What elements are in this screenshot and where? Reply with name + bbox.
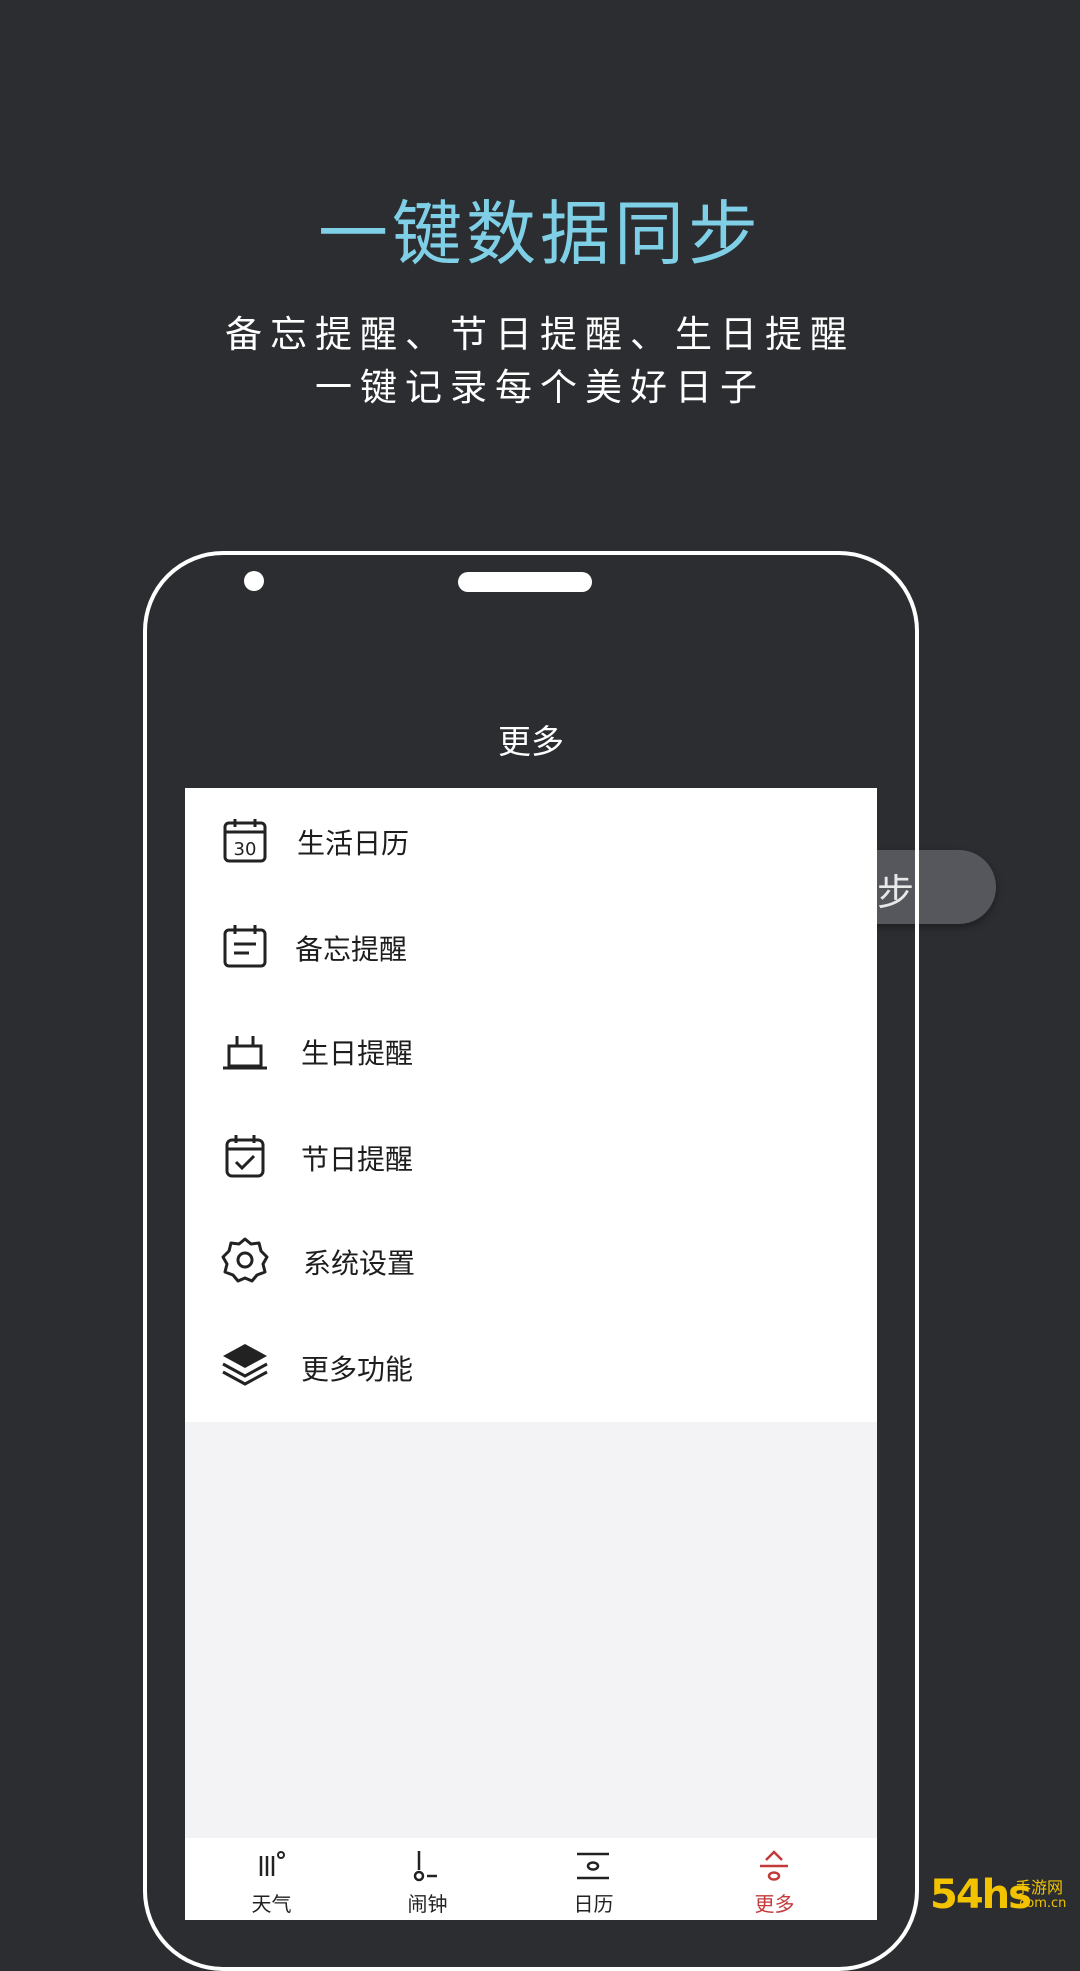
menu-item-label: 更多功能	[301, 1353, 414, 1386]
menu-item-label: 生活日历	[297, 827, 410, 860]
birthday-cake-icon	[223, 1036, 267, 1070]
svg-text:30: 30	[234, 839, 257, 860]
tab-more[interactable]: 更多	[688, 1838, 861, 1920]
tab-label: 日历	[573, 1892, 614, 1916]
watermark-logo: 54hs 手游网 .com.cn	[930, 1872, 1080, 1920]
menu-item-label: 备忘提醒	[295, 933, 408, 966]
watermark-name: 手游网	[1015, 1878, 1064, 1897]
bottom-tab-bar: 天气 闹钟 日历 更多	[185, 1838, 877, 1920]
memo-icon	[223, 925, 267, 968]
tab-weather[interactable]: 天气	[185, 1838, 358, 1920]
tab-calendar[interactable]: 日历	[507, 1838, 680, 1920]
menu-item-label: 节日提醒	[301, 1143, 414, 1176]
more-icon	[760, 1850, 788, 1881]
tab-label: 天气	[251, 1892, 292, 1916]
watermark-domain: .com.cn	[1015, 1896, 1067, 1911]
promo-subline-2: 一键记录每个美好日子	[315, 366, 765, 409]
menu-item-more-features[interactable]: 更多功能	[185, 1314, 877, 1418]
menu-item-life-calendar[interactable]: 30 生活日历	[185, 788, 877, 892]
menu-item-label: 生日提醒	[301, 1037, 414, 1070]
alarm-icon	[413, 1851, 437, 1882]
calendar-30-icon: 30	[223, 819, 267, 863]
gear-icon	[221, 1237, 269, 1283]
menu-item-holiday-reminder[interactable]: 节日提醒	[185, 1104, 877, 1208]
menu-list: 30 生活日历 备忘提醒 生日提醒 节日提醒 系统设置 更多功能	[185, 788, 877, 1422]
layers-icon	[222, 1344, 268, 1386]
menu-item-label: 系统设置	[303, 1247, 416, 1280]
calendar-check-icon	[225, 1135, 265, 1178]
weather-icon	[259, 1851, 285, 1876]
app-screen: 30 生活日历 备忘提醒 生日提醒 节日提醒 系统设置 更多功能 天气 闹钟 日…	[185, 788, 877, 1920]
promo-subline-1: 备忘提醒、节日提醒、生日提醒	[225, 313, 855, 356]
menu-item-birthday-reminder[interactable]: 生日提醒	[185, 998, 877, 1102]
phone-speaker	[458, 572, 592, 592]
page-title: 更多	[498, 722, 564, 761]
menu-item-memo-reminder[interactable]: 备忘提醒	[185, 894, 877, 998]
calendar-icon	[577, 1852, 609, 1880]
promo-headline: 一键数据同步	[318, 193, 762, 275]
tab-alarm[interactable]: 闹钟	[341, 1838, 514, 1920]
tab-label: 闹钟	[407, 1892, 448, 1916]
phone-camera	[244, 571, 264, 591]
tab-label: 更多	[754, 1892, 795, 1916]
menu-item-system-settings[interactable]: 系统设置	[185, 1208, 877, 1312]
